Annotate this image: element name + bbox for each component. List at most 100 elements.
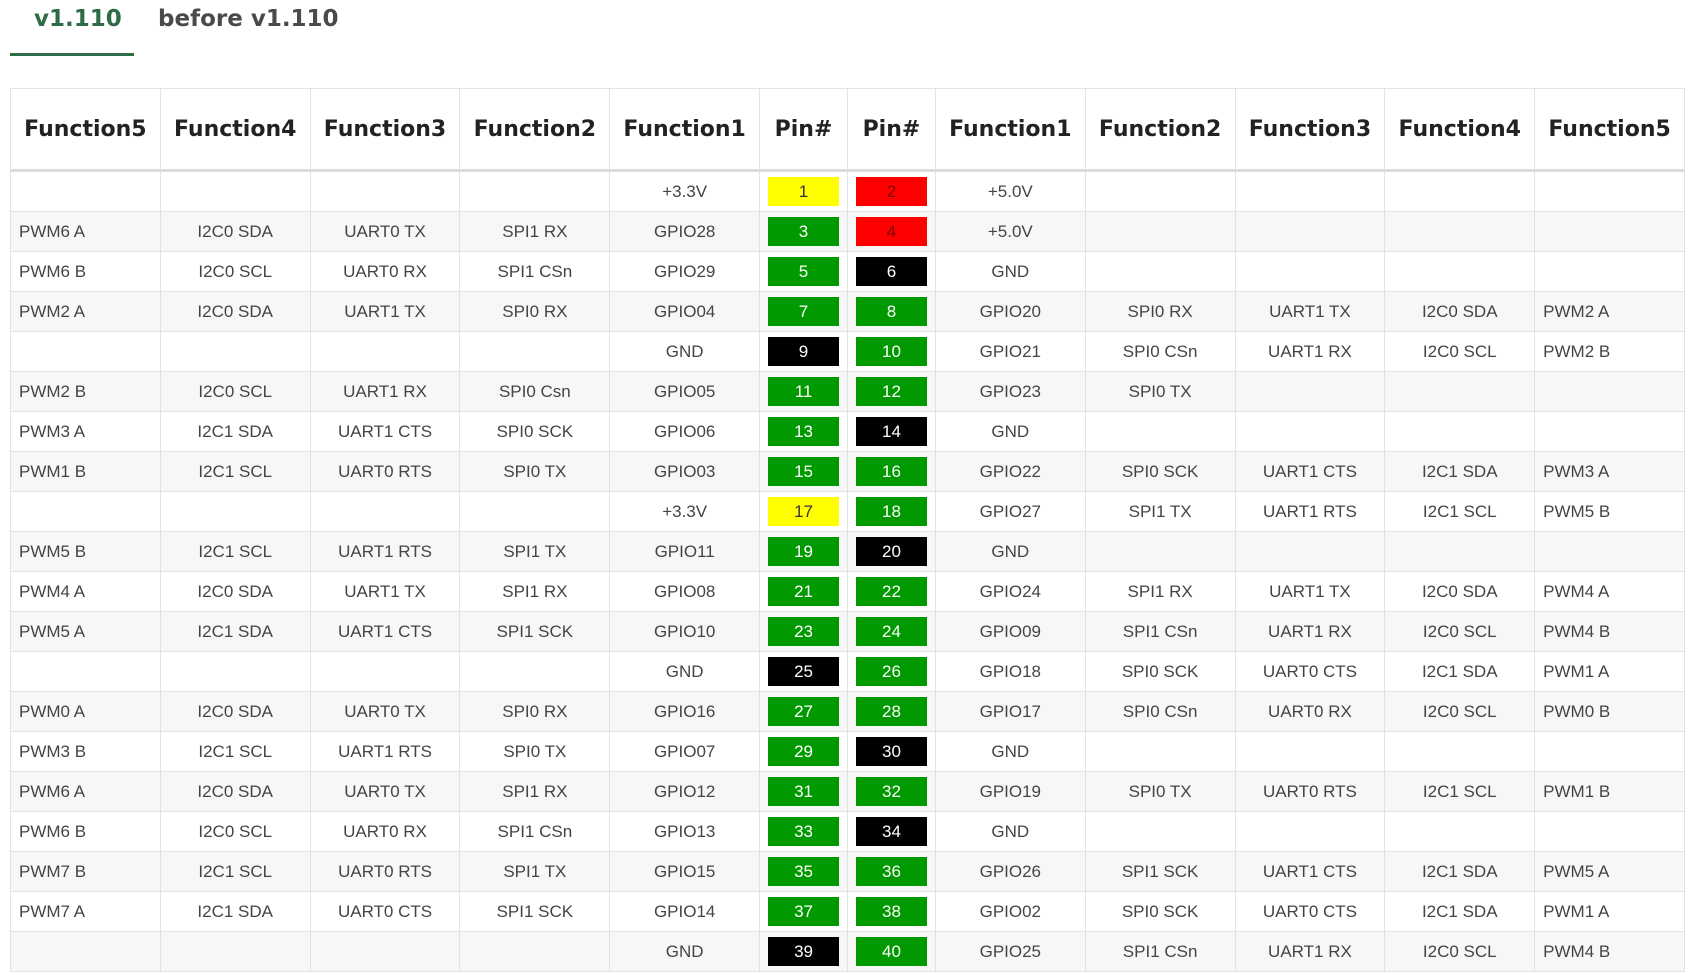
- right-function5-cell: [1534, 411, 1685, 452]
- right-pin-cell: 32: [846, 771, 936, 812]
- left-function4-cell: [159, 331, 311, 372]
- left-function1-cell: GPIO08: [609, 571, 761, 612]
- left-function2-cell: SPI0 TX: [459, 731, 611, 772]
- left-pin-cell: 13: [759, 411, 848, 452]
- pin-number-badge: 2: [855, 177, 927, 206]
- right-function5-cell: PWM5 B: [1534, 491, 1685, 532]
- left-function4-cell: [159, 491, 311, 532]
- pin-number-badge: 32: [855, 777, 927, 806]
- left-function5-cell: PWM1 B: [10, 451, 161, 492]
- right-function3-cell: [1234, 531, 1386, 572]
- left-function2-cell: SPI1 SCK: [459, 611, 611, 652]
- left-pin-cell: 31: [759, 771, 848, 812]
- left-pin-cell: 37: [759, 891, 848, 932]
- right-function3-cell: [1234, 811, 1386, 852]
- pin-number-badge: 6: [855, 257, 927, 286]
- pin-number-badge: 15: [768, 457, 839, 486]
- table-row: PWM2 B I2C0 SCL UART1 RX SPI0 Csn GPIO05 11 12…: [10, 371, 1685, 412]
- left-function1-cell: GPIO15: [609, 851, 761, 892]
- table-row: PWM4 A I2C0 SDA UART1 TX SPI1 RX GPIO08 21 22 G…: [10, 571, 1685, 612]
- left-function2-cell: SPI1 TX: [459, 531, 611, 572]
- right-function5-cell: [1534, 251, 1685, 292]
- left-function2-cell: [459, 331, 611, 372]
- left-pin-cell: 1: [759, 170, 848, 212]
- right-pin-cell: 10: [846, 331, 936, 372]
- left-function2-cell: SPI0 RX: [459, 691, 611, 732]
- left-function3-cell: [309, 491, 461, 532]
- header-row: Function5 Function4 Function3 Function2 …: [10, 88, 1685, 172]
- left-function3-cell: UART0 RX: [309, 811, 461, 852]
- left-function5-cell: [10, 491, 161, 532]
- right-pin-cell: 20: [846, 531, 936, 572]
- right-function2-cell: SPI1 CSn: [1084, 931, 1236, 972]
- left-function5-cell: PWM3 B: [10, 731, 161, 772]
- tab-v1-110[interactable]: v1.110: [10, 0, 134, 56]
- right-function4-cell: I2C0 SDA: [1384, 291, 1536, 332]
- right-function3-cell: UART1 RX: [1234, 611, 1386, 652]
- pin-number-badge: 5: [768, 257, 839, 286]
- right-function2-cell: SPI0 SCK: [1084, 451, 1236, 492]
- left-function2-cell: SPI1 RX: [459, 771, 611, 812]
- right-function1-cell: GPIO02: [934, 891, 1086, 932]
- pin-number-badge: 38: [855, 897, 927, 926]
- right-function5-cell: PWM4 B: [1534, 931, 1685, 972]
- right-pin-cell: 36: [846, 851, 936, 892]
- right-function1-cell: GPIO19: [934, 771, 1086, 812]
- right-function5-cell: [1534, 531, 1685, 572]
- left-function3-cell: UART1 TX: [309, 571, 461, 612]
- right-pin-cell: 4: [846, 211, 936, 252]
- right-function3-cell: [1234, 411, 1386, 452]
- left-function1-cell: GPIO14: [609, 891, 761, 932]
- left-function5-cell: PWM3 A: [10, 411, 161, 452]
- right-function5-cell: PWM4 B: [1534, 611, 1685, 652]
- pin-number-badge: 31: [768, 777, 839, 806]
- right-function2-cell: SPI1 SCK: [1084, 851, 1236, 892]
- right-function4-cell: I2C0 SCL: [1384, 931, 1536, 972]
- right-function1-cell: GPIO24: [934, 571, 1086, 612]
- left-function1-cell: GND: [609, 651, 761, 692]
- header-function5-right: Function5: [1534, 88, 1685, 172]
- right-function4-cell: [1384, 371, 1536, 412]
- left-function1-cell: GPIO07: [609, 731, 761, 772]
- left-function3-cell: UART0 RTS: [309, 851, 461, 892]
- table-row: +3.3V 17 18 GPIO27 SPI1 TX UART1 RTS I2C1 SCL P…: [10, 491, 1685, 532]
- right-function4-cell: [1384, 211, 1536, 252]
- left-function5-cell: PWM2 B: [10, 371, 161, 412]
- left-pin-cell: 7: [759, 291, 848, 332]
- left-function5-cell: PWM0 A: [10, 691, 161, 732]
- pin-number-badge: 35: [768, 857, 839, 886]
- left-function5-cell: PWM6 A: [10, 211, 161, 252]
- left-function2-cell: SPI0 TX: [459, 451, 611, 492]
- pin-number-badge: 24: [855, 617, 927, 646]
- right-function1-cell: GPIO21: [934, 331, 1086, 372]
- pin-number-badge: 29: [768, 737, 839, 766]
- left-function4-cell: I2C0 SDA: [159, 291, 311, 332]
- left-function4-cell: I2C0 SDA: [159, 771, 311, 812]
- right-function1-cell: GPIO23: [934, 371, 1086, 412]
- left-pin-cell: 5: [759, 251, 848, 292]
- right-function5-cell: PWM3 A: [1534, 451, 1685, 492]
- left-function3-cell: UART0 TX: [309, 211, 461, 252]
- left-function5-cell: PWM6 B: [10, 251, 161, 292]
- right-function4-cell: I2C0 SDA: [1384, 571, 1536, 612]
- table-row: PWM6 A I2C0 SDA UART0 TX SPI1 RX GPIO28 3 4 +5.…: [10, 211, 1685, 252]
- left-pin-cell: 39: [759, 931, 848, 972]
- tab-before-v1-110[interactable]: before v1.110: [134, 0, 363, 56]
- left-function4-cell: I2C1 SCL: [159, 531, 311, 572]
- right-function1-cell: +5.0V: [934, 211, 1086, 252]
- right-function2-cell: [1084, 731, 1236, 772]
- pin-number-badge: 25: [768, 657, 839, 686]
- left-pin-cell: 21: [759, 571, 848, 612]
- right-function1-cell: GND: [934, 811, 1086, 852]
- left-function5-cell: [10, 170, 161, 212]
- left-function1-cell: GPIO13: [609, 811, 761, 852]
- pin-number-badge: 23: [768, 617, 839, 646]
- pin-number-badge: 3: [768, 217, 839, 246]
- left-function2-cell: [459, 491, 611, 532]
- header-function3-left: Function3: [309, 88, 461, 172]
- left-function4-cell: I2C1 SDA: [159, 611, 311, 652]
- left-function3-cell: UART0 TX: [309, 771, 461, 812]
- table-row: PWM6 B I2C0 SCL UART0 RX SPI1 CSn GPIO13 33 34…: [10, 811, 1685, 852]
- right-function2-cell: [1084, 811, 1236, 852]
- left-function5-cell: PWM5 A: [10, 611, 161, 652]
